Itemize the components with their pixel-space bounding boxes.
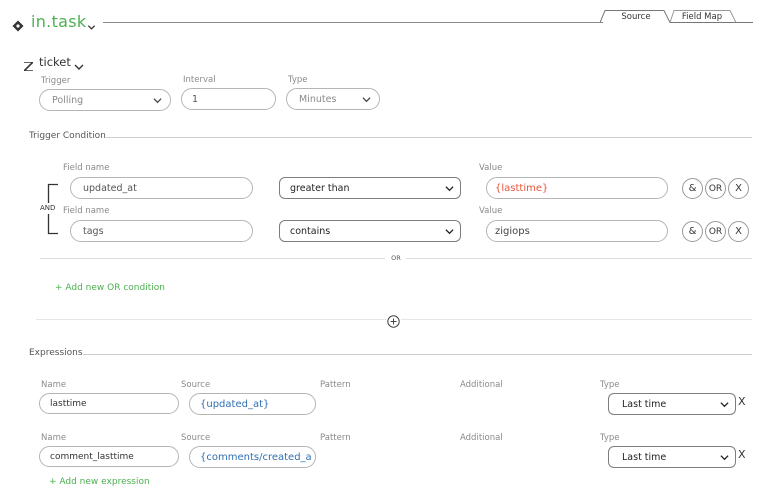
zendesk-icon <box>22 56 35 72</box>
app-name: in.task <box>31 12 87 31</box>
additional-label: Additional <box>460 433 503 443</box>
chevron-down-icon <box>362 97 371 103</box>
remove-condition-button[interactable]: X <box>728 221 749 242</box>
source-label: Source <box>181 380 211 390</box>
add-and-button[interactable]: & <box>682 221 703 242</box>
field-name-label: Field name <box>63 163 110 173</box>
expression-source-input[interactable]: {comments/created_a <box>189 446 316 468</box>
expression-source-value: {comments/created_a <box>200 451 312 463</box>
expression-source-value: {updated_at} <box>200 398 270 410</box>
or-divider-right <box>406 258 752 259</box>
name-label: Name <box>41 433 67 443</box>
type-label: Type <box>288 75 308 85</box>
tab-source[interactable]: Source <box>606 10 666 23</box>
trigger-select[interactable]: Polling <box>39 89 171 111</box>
chevron-down-icon <box>153 98 162 104</box>
chevron-down-icon <box>720 402 729 408</box>
expression-type-select[interactable]: Last time <box>608 393 736 415</box>
pattern-label: Pattern <box>320 380 351 390</box>
value-input[interactable]: {lasttime} <box>486 177 668 199</box>
remove-expression-button[interactable]: X <box>738 395 746 408</box>
expression-name-input[interactable]: comment_lasttime <box>39 446 179 467</box>
interval-input[interactable]: 1 <box>181 88 276 110</box>
condition-footer-divider-right <box>401 319 752 320</box>
trigger-label: Trigger <box>41 76 71 86</box>
expression-source-input[interactable]: {updated_at} <box>189 393 316 415</box>
interval-label: Interval <box>183 75 216 85</box>
and-label: AND <box>40 204 56 212</box>
operator-select[interactable]: greater than <box>279 177 461 199</box>
type-select[interactable]: Minutes <box>286 88 380 110</box>
app-menu-chevron-icon[interactable] <box>87 17 96 30</box>
operator-select[interactable]: contains <box>279 220 461 242</box>
chevron-down-icon <box>445 229 454 235</box>
value-label: Value <box>479 206 503 216</box>
app-logo-icon <box>12 17 24 32</box>
expression-name-input[interactable]: lasttime <box>39 393 179 414</box>
operator-value: contains <box>290 225 331 237</box>
add-or-button[interactable]: OR <box>705 221 726 242</box>
condition-value: {lasttime} <box>495 182 549 194</box>
trigger-condition-title: Trigger Condition <box>29 131 106 141</box>
pattern-label: Pattern <box>320 433 351 443</box>
type-label: Type <box>600 433 620 443</box>
or-divider-left <box>40 258 385 259</box>
integration-chevron-icon[interactable] <box>74 57 84 70</box>
value-input[interactable]: zigiops <box>486 220 668 242</box>
add-or-condition-link[interactable]: + Add new OR condition <box>55 283 165 293</box>
type-label: Type <box>600 380 620 390</box>
condition-footer-divider-left <box>36 319 386 320</box>
header-divider <box>103 22 603 23</box>
chevron-down-icon <box>445 186 454 192</box>
or-label: OR <box>391 254 401 262</box>
field-name-value: tags <box>83 225 104 237</box>
condition-value: zigiops <box>495 225 530 237</box>
expression-name-value: comment_lasttime <box>50 451 134 462</box>
field-name-value: updated_at <box>83 182 137 194</box>
additional-label: Additional <box>460 380 503 390</box>
chevron-down-icon <box>720 455 729 461</box>
expressions-divider <box>83 354 752 355</box>
add-expression-link[interactable]: + Add new expression <box>49 477 150 487</box>
value-label: Value <box>479 163 503 173</box>
source-label: Source <box>181 433 211 443</box>
tab-field-map[interactable]: Field Map <box>673 10 731 23</box>
operator-value: greater than <box>290 182 350 194</box>
expression-name-value: lasttime <box>50 398 87 409</box>
integration-name: ticket <box>39 55 71 69</box>
add-or-button[interactable]: OR <box>705 178 726 199</box>
field-name-input[interactable]: updated_at <box>70 177 253 199</box>
expression-type-value: Last time <box>622 398 667 410</box>
field-name-label: Field name <box>63 206 110 216</box>
type-value: Minutes <box>299 93 337 105</box>
trigger-value: Polling <box>52 94 84 106</box>
expression-type-select[interactable]: Last time <box>608 446 736 468</box>
remove-condition-button[interactable]: X <box>728 178 749 199</box>
trigger-condition-divider <box>106 137 752 138</box>
add-and-button[interactable]: & <box>682 178 703 199</box>
remove-expression-button[interactable]: X <box>738 448 746 461</box>
expression-type-value: Last time <box>622 451 667 463</box>
field-name-input[interactable]: tags <box>70 220 253 242</box>
expressions-title: Expressions <box>29 348 83 358</box>
add-condition-group-icon[interactable] <box>387 313 400 328</box>
name-label: Name <box>41 380 67 390</box>
interval-value: 1 <box>192 93 199 105</box>
